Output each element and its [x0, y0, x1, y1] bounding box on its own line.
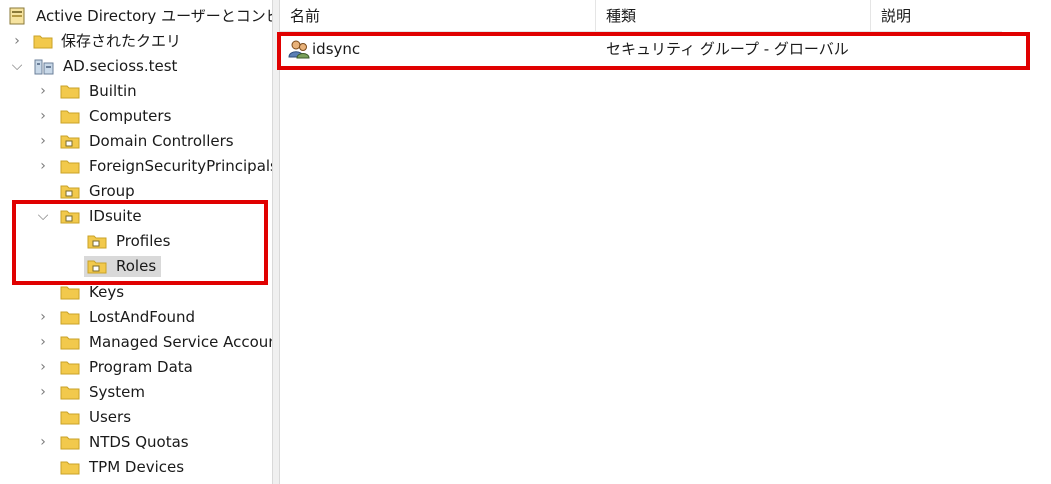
tree-item-label[interactable]: Group — [86, 181, 138, 202]
tree-item-label[interactable]: Computers — [86, 106, 174, 127]
folder-icon — [60, 85, 80, 99]
folder-icon — [33, 35, 53, 49]
ad-snapin-icon — [9, 7, 25, 25]
tree-item-managed-service-accounts[interactable]: › Managed Service Accounts — [0, 330, 272, 355]
tree-item-label[interactable]: Roles — [113, 256, 159, 277]
tree-item-program-data[interactable]: › Program Data — [0, 355, 272, 380]
tree-item-idsuite[interactable]: ⌵ IDsuite — [0, 204, 272, 229]
list-header: 名前 種類 説明 — [280, 0, 1002, 32]
chevron-right-icon[interactable]: › — [36, 129, 50, 154]
chevron-right-icon[interactable]: › — [36, 430, 50, 455]
ou-folder-icon — [60, 185, 80, 199]
tree-item-foreign-security-principals[interactable]: › ForeignSecurityPrincipals — [0, 154, 272, 179]
list-item[interactable]: idsync セキュリティ グループ - グローバル — [280, 36, 1002, 62]
tree-item-tpm-devices[interactable]: TPM Devices — [0, 455, 272, 480]
folder-icon — [60, 160, 80, 174]
tree-item-ntds-quotas[interactable]: › NTDS Quotas — [0, 430, 272, 455]
ou-folder-icon — [87, 235, 107, 249]
tree-item-label[interactable]: TPM Devices — [86, 457, 187, 478]
folder-icon — [60, 436, 80, 450]
tree-item-roles[interactable]: Roles — [0, 254, 272, 279]
tree-item-profiles[interactable]: Profiles — [0, 229, 272, 254]
tree-item-group[interactable]: Group — [0, 179, 272, 204]
ou-folder-icon — [87, 260, 107, 274]
tree-item-label[interactable]: Profiles — [113, 231, 173, 252]
pane-splitter[interactable] — [272, 0, 280, 484]
folder-icon — [60, 461, 80, 475]
folder-icon — [60, 411, 80, 425]
folder-icon — [60, 361, 80, 375]
tree-item-lost-and-found[interactable]: › LostAndFound — [0, 305, 272, 330]
chevron-right-icon[interactable]: › — [36, 305, 50, 330]
tree-item-keys[interactable]: Keys — [0, 280, 272, 305]
tree-item-label[interactable]: AD.secioss.test — [60, 56, 180, 77]
list-item-type: セキュリティ グループ - グローバル — [606, 40, 849, 58]
chevron-right-icon[interactable]: › — [36, 355, 50, 380]
tree-item-label[interactable]: IDsuite — [86, 206, 145, 227]
tree-item-label[interactable]: Users — [86, 407, 134, 428]
console-tree[interactable]: Active Directory ユーザーとコンピュー › 保存されたクエリ ⌵… — [0, 0, 272, 484]
tree-item-users[interactable]: Users — [0, 405, 272, 430]
details-list[interactable]: 名前 種類 説明 idsync セキュリティ グループ - グローバル — [277, 0, 1051, 484]
tree-item-system[interactable]: › System — [0, 380, 272, 405]
tree-item-label[interactable]: ForeignSecurityPrincipals — [86, 156, 272, 177]
column-header-type[interactable]: 種類 — [596, 0, 871, 32]
chevron-down-icon[interactable]: ⌵ — [10, 54, 24, 79]
folder-icon — [60, 110, 80, 124]
list-item-name[interactable]: idsync — [312, 36, 360, 62]
chevron-right-icon[interactable]: › — [36, 380, 50, 405]
tree-item-label[interactable]: Managed Service Accounts — [86, 332, 272, 353]
folder-icon — [60, 336, 80, 350]
tree-root-label[interactable]: Active Directory ユーザーとコンピュー — [33, 6, 272, 27]
tree-item-saved-queries[interactable]: › 保存されたクエリ — [0, 29, 272, 54]
tree-item-computers[interactable]: › Computers — [0, 104, 272, 129]
chevron-right-icon[interactable]: › — [36, 104, 50, 129]
folder-icon — [60, 311, 80, 325]
folder-icon — [60, 386, 80, 400]
tree-item-label[interactable]: Keys — [86, 282, 127, 303]
chevron-right-icon[interactable]: › — [10, 29, 24, 54]
folder-icon — [60, 286, 80, 300]
tree-item-builtin[interactable]: › Builtin — [0, 79, 272, 104]
ou-folder-icon — [60, 135, 80, 149]
column-header-name[interactable]: 名前 — [280, 0, 596, 32]
tree-item-label[interactable]: Program Data — [86, 357, 196, 378]
tree-item-label[interactable]: System — [86, 382, 148, 403]
chevron-right-icon[interactable]: › — [36, 330, 50, 355]
chevron-right-icon[interactable]: › — [36, 79, 50, 104]
tree-item-domain[interactable]: ⌵ AD.secioss.test — [0, 54, 272, 79]
tree-item-label[interactable]: LostAndFound — [86, 307, 198, 328]
tree-item-label[interactable]: NTDS Quotas — [86, 432, 192, 453]
tree-root[interactable]: Active Directory ユーザーとコンピュー — [0, 4, 272, 29]
chevron-down-icon[interactable]: ⌵ — [36, 204, 50, 229]
domain-icon — [34, 59, 54, 75]
tree-item-domain-controllers[interactable]: › Domain Controllers — [0, 129, 272, 154]
tree-item-label[interactable]: Domain Controllers — [86, 131, 237, 152]
column-header-description[interactable]: 説明 — [871, 0, 1002, 32]
security-group-icon — [288, 40, 310, 59]
chevron-right-icon[interactable]: › — [36, 154, 50, 179]
ou-folder-icon — [60, 210, 80, 224]
tree-item-label[interactable]: 保存されたクエリ — [58, 31, 184, 52]
tree-item-label[interactable]: Builtin — [86, 81, 140, 102]
